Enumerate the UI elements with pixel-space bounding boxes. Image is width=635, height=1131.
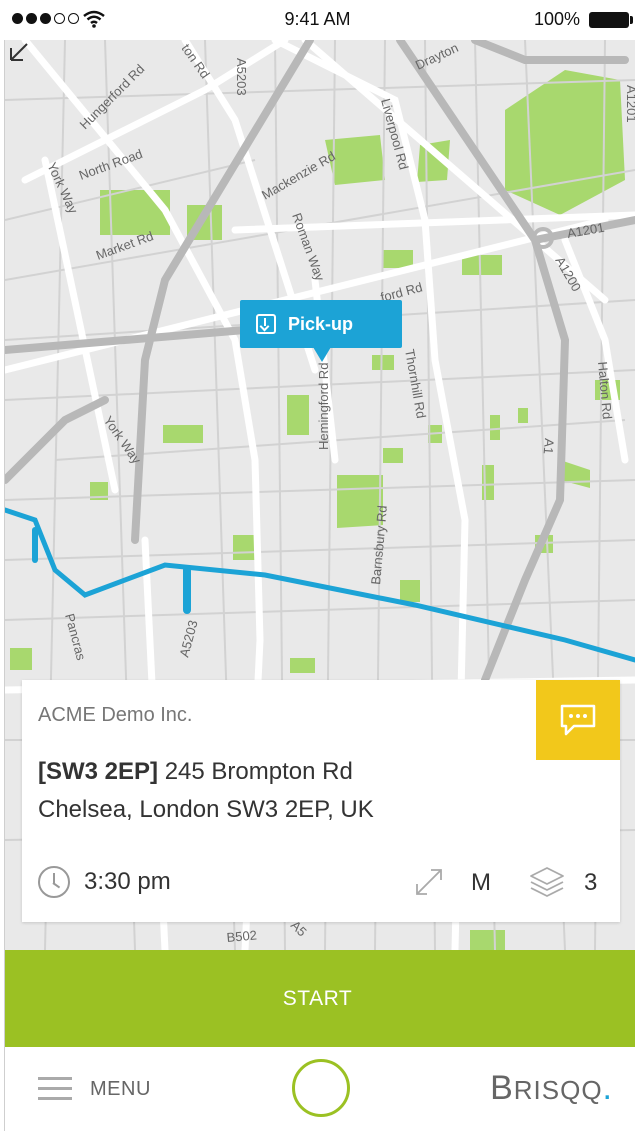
battery-percentage: 100% xyxy=(533,9,580,29)
menu-icon[interactable] xyxy=(38,1077,72,1103)
park-area xyxy=(505,70,625,215)
home-circle-button[interactable] xyxy=(292,1059,350,1117)
company-name: ACME Demo Inc. xyxy=(38,704,193,726)
layers-icon xyxy=(530,867,564,897)
chat-button[interactable] xyxy=(536,680,620,760)
park-area xyxy=(290,658,315,673)
clock-icon xyxy=(38,866,70,898)
status-bar: 9:41 AM 100% xyxy=(0,0,635,40)
pickup-time: 3:30 pm xyxy=(84,868,171,895)
job-card[interactable]: ACME Demo Inc. [SW3 2EP] 245 Brompton Rd… xyxy=(22,680,620,922)
menu-label[interactable]: MENU xyxy=(90,1078,151,1101)
bottom-bar: MENU BRISQQ. xyxy=(0,1047,635,1131)
pickup-label: Pick-up xyxy=(288,313,354,334)
street-label: A1 xyxy=(541,438,557,455)
park-area xyxy=(163,425,203,443)
street-label: Pancras xyxy=(62,612,89,662)
address-line-1: [SW3 2EP] 245 Brompton Rd xyxy=(38,758,353,786)
device-frame-edge xyxy=(0,0,5,1131)
street-label: Thornhill Rd xyxy=(402,348,429,420)
park-area xyxy=(470,930,505,950)
park-area xyxy=(490,415,500,440)
download-icon xyxy=(256,314,276,334)
street-label: ton Rd xyxy=(179,41,213,81)
park-area xyxy=(518,408,528,423)
address-line-2: Chelsea, London SW3 2EP, UK xyxy=(38,796,374,823)
park-area xyxy=(10,648,32,670)
park-area xyxy=(383,250,413,268)
time-row: 3:30 pm xyxy=(38,866,171,898)
park-area xyxy=(287,395,309,435)
back-arrow-icon[interactable] xyxy=(5,40,35,70)
park-area xyxy=(400,580,420,602)
pickup-marker[interactable]: Pick-up xyxy=(240,300,402,362)
brand-logo: BRISQQ. xyxy=(490,1069,613,1107)
start-button[interactable]: START xyxy=(0,950,635,1047)
street-label: B502 xyxy=(226,927,258,945)
street-label: Drayton xyxy=(413,40,461,73)
street-label: A1201 xyxy=(566,220,606,241)
resize-icon xyxy=(416,869,442,895)
street-label: Mackenzie Rd xyxy=(259,148,338,202)
chat-icon xyxy=(560,704,596,736)
street-address: 245 Brompton Rd xyxy=(164,758,353,785)
park-area xyxy=(383,448,403,463)
street-label: A5203 xyxy=(234,58,249,96)
park-area xyxy=(372,355,394,370)
postcode: [SW3 2EP] xyxy=(38,758,159,785)
package-count: 3 xyxy=(584,869,598,896)
package-size: M xyxy=(471,869,491,896)
street-label: A5203 xyxy=(176,619,200,659)
park-area xyxy=(462,255,502,275)
street-label: Hemingford Rd xyxy=(316,363,331,450)
battery-icon xyxy=(589,12,633,28)
street-label: A1201 xyxy=(624,85,635,123)
street-label: Roman Way xyxy=(289,211,328,283)
